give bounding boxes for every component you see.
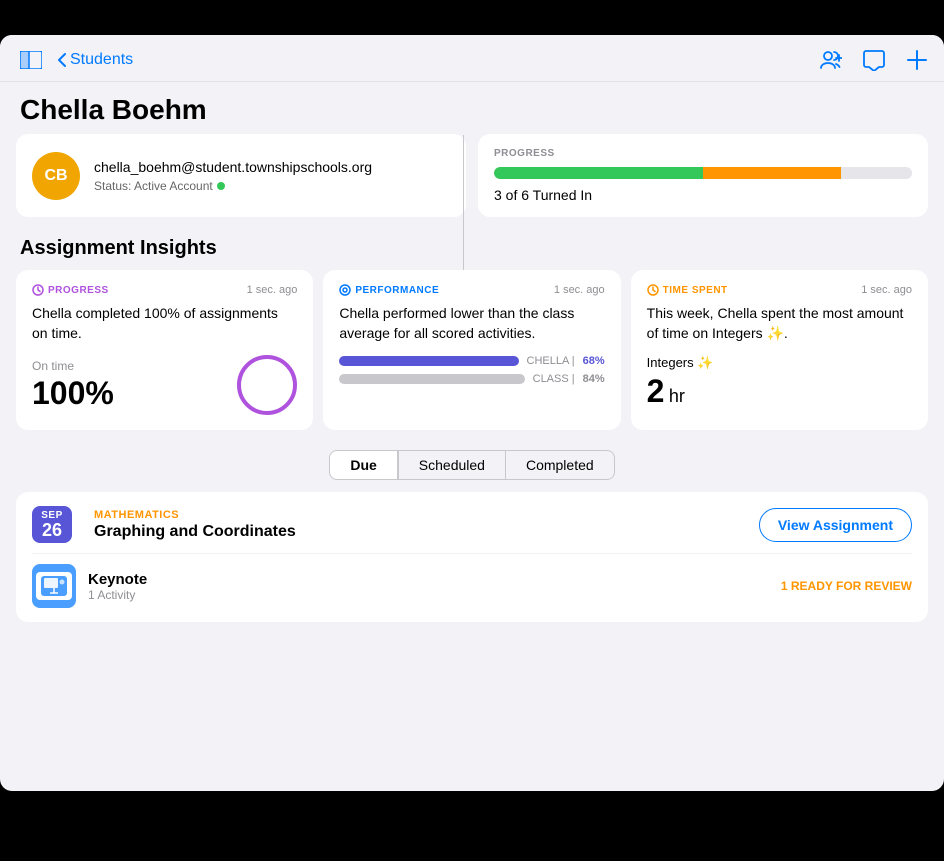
add-button[interactable]: [906, 49, 928, 71]
progress-bar-container: [494, 167, 912, 179]
back-label: Students: [70, 51, 133, 69]
app-header: Students: [0, 35, 944, 82]
insight-desc-2: This week, Chella spent the most amount …: [647, 304, 912, 343]
activity-icon: [32, 564, 76, 608]
avatar: CB: [32, 152, 80, 200]
date-day: 26: [42, 521, 62, 539]
insights-section-title: Assignment Insights: [0, 229, 944, 270]
performance-badge: PERFORMANCE: [339, 284, 439, 296]
class-label: CLASS |: [533, 373, 575, 385]
back-button[interactable]: Students: [58, 51, 133, 69]
insight-time-2: 1 sec. ago: [861, 284, 912, 296]
chella-bar-row: CHELLA | 68%: [339, 355, 604, 367]
insight-card-progress: PROGRESS 1 sec. ago Chella completed 100…: [16, 270, 313, 430]
progress-stat: On time 100%: [32, 355, 297, 415]
profile-info: chella_boehm@student.townshipschools.org…: [94, 159, 372, 193]
class-bar: [339, 374, 524, 384]
progress-card-label: PROGRESS: [494, 148, 912, 159]
time-topic: Integers ✨: [647, 355, 912, 371]
page-title-section: Chella Boehm: [0, 82, 944, 134]
progress-badge: PROGRESS: [32, 284, 109, 296]
profile-card: CB chella_boehm@student.townshipschools.…: [16, 134, 466, 217]
assignment-subject: MATHEMATICS: [94, 509, 296, 521]
profile-status: Status: Active Account: [94, 179, 372, 193]
add-student-button[interactable]: [818, 49, 842, 71]
header-right: [818, 49, 928, 71]
message-button[interactable]: [862, 49, 886, 71]
chella-bar: [339, 356, 518, 366]
tab-due[interactable]: Due: [329, 450, 397, 480]
page-title: Chella Boehm: [20, 94, 924, 126]
activity-row: Keynote 1 Activity 1 READY FOR REVIEW: [32, 553, 912, 608]
view-assignment-button[interactable]: View Assignment: [759, 508, 912, 542]
insight-card-performance: PERFORMANCE 1 sec. ago Chella performed …: [323, 270, 620, 430]
header-left: Students: [16, 47, 133, 73]
progress-bar-orange: [703, 167, 841, 179]
activity-status: 1 READY FOR REVIEW: [781, 579, 912, 593]
profile-email: chella_boehm@student.townshipschools.org: [94, 159, 372, 175]
progress-summary: 3 of 6 Turned In: [494, 187, 912, 203]
insight-time-1: 1 sec. ago: [554, 284, 605, 296]
class-bar-row: CLASS | 84%: [339, 373, 604, 385]
tab-scheduled[interactable]: Scheduled: [398, 450, 506, 480]
insight-desc-0: Chella completed 100% of assignments on …: [32, 304, 297, 343]
insight-time-0: 1 sec. ago: [247, 284, 298, 296]
keynote-app-icon: [36, 572, 72, 600]
on-time-value: 100%: [32, 375, 114, 412]
progress-overview-card: PROGRESS 3 of 6 Turned In: [478, 134, 928, 217]
assignment-name: Graphing and Coordinates: [94, 523, 296, 541]
sidebar-toggle-button[interactable]: [16, 47, 46, 73]
top-cards: CB chella_boehm@student.townshipschools.…: [0, 134, 944, 229]
progress-bar-green: [494, 167, 703, 179]
insight-card-time: TIME SPENT 1 sec. ago This week, Chella …: [631, 270, 928, 430]
filter-tab-bar: Due Scheduled Completed: [0, 442, 944, 492]
circle-indicator: [237, 355, 297, 415]
assignment-title-block: SEP 26 MATHEMATICS Graphing and Coordina…: [32, 506, 759, 543]
status-dot: [217, 182, 225, 190]
activity-count: 1 Activity: [88, 588, 769, 602]
insight-desc-1: Chella performed lower than the class av…: [339, 304, 604, 343]
status-label: Status: Active Account: [94, 179, 213, 193]
assignment-text: MATHEMATICS Graphing and Coordinates: [94, 509, 296, 541]
tab-completed[interactable]: Completed: [506, 450, 615, 480]
insight-card-header-time: TIME SPENT 1 sec. ago: [647, 284, 912, 296]
activity-info: Keynote 1 Activity: [88, 571, 769, 602]
insight-card-header-progress: PROGRESS 1 sec. ago: [32, 284, 297, 296]
assignment-date: SEP 26: [32, 506, 72, 543]
activity-name: Keynote: [88, 571, 769, 588]
class-pct: 84%: [583, 373, 605, 385]
chella-pct: 68%: [583, 355, 605, 367]
time-value-block: 2 hr: [647, 373, 912, 410]
assignment-section: SEP 26 MATHEMATICS Graphing and Coordina…: [16, 492, 928, 622]
time-value: 2: [647, 373, 665, 409]
on-time-label: On time: [32, 359, 114, 373]
time-badge: TIME SPENT: [647, 284, 728, 296]
insight-cards: PROGRESS 1 sec. ago Chella completed 100…: [0, 270, 944, 442]
insight-card-header-performance: PERFORMANCE 1 sec. ago: [339, 284, 604, 296]
assignment-header: SEP 26 MATHEMATICS Graphing and Coordina…: [32, 506, 912, 543]
chella-label: CHELLA |: [527, 355, 575, 367]
time-unit: hr: [669, 386, 685, 406]
on-time-block: On time 100%: [32, 359, 114, 412]
perf-bars: CHELLA | 68% CLASS | 84%: [339, 355, 604, 385]
